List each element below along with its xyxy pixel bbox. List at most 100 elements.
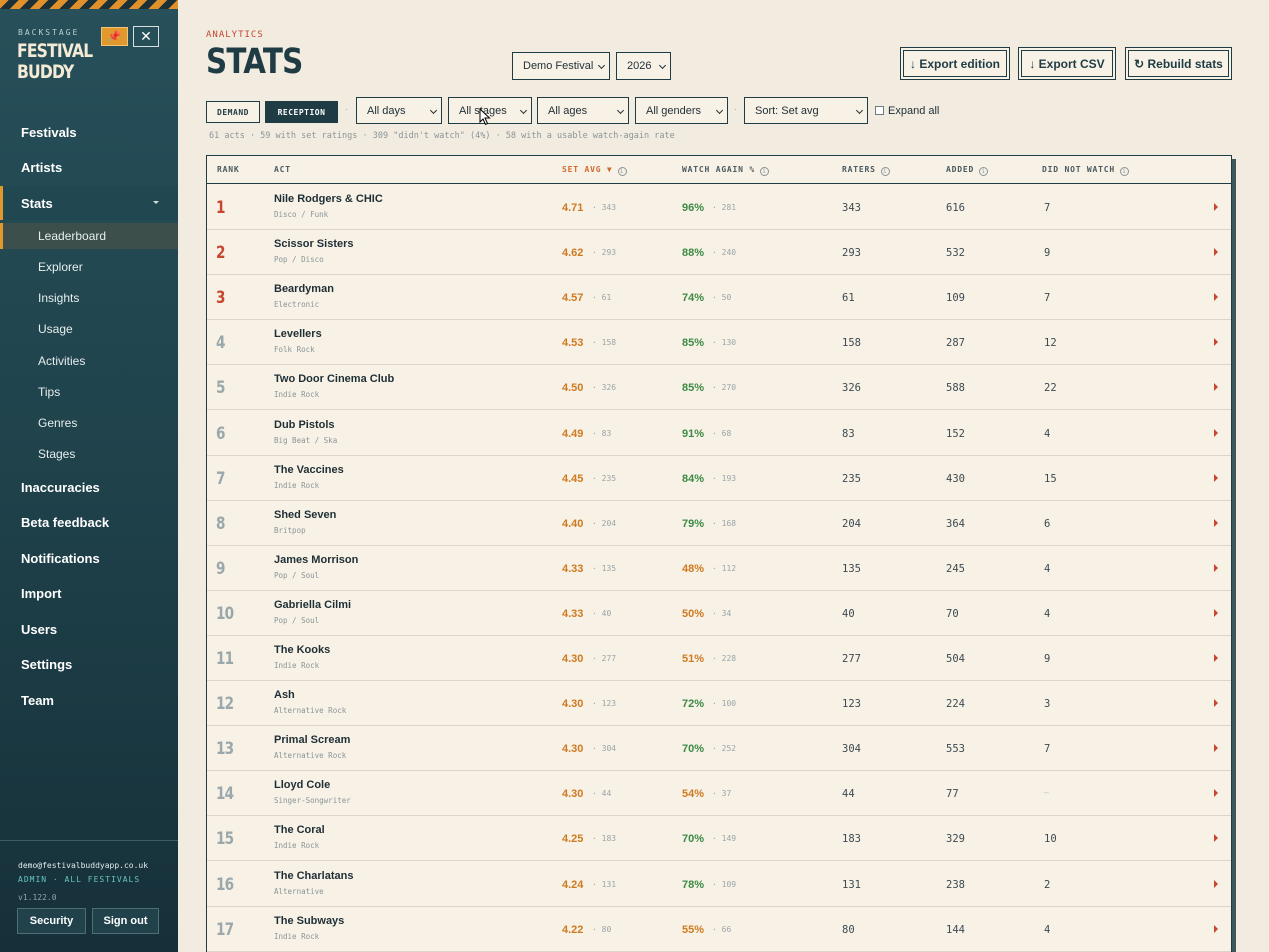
column-header-watch-again[interactable]: WATCH AGAIN % i: [682, 165, 770, 176]
table-row[interactable]: 16 The Charlatans Alternative 4.24 · 131 78% ·…: [207, 862, 1231, 907]
raters-value: 277: [842, 653, 861, 665]
info-icon[interactable]: i: [617, 167, 627, 176]
tab-demand[interactable]: DEMAND: [206, 101, 260, 123]
close-icon: ✕: [140, 28, 152, 44]
info-icon[interactable]: i: [880, 167, 890, 176]
column-label: DID NOT WATCH: [1042, 165, 1116, 174]
did-not-watch-value: 9: [1044, 653, 1051, 665]
table-row[interactable]: 9 James Morrison Pop / Soul 4.33 · 135 48% · 1…: [207, 546, 1231, 591]
sidebar-item-inaccuracies[interactable]: Inaccuracies: [0, 470, 178, 504]
info-icon[interactable]: i: [1120, 167, 1130, 176]
chevron-right-icon[interactable]: [1214, 699, 1218, 708]
expand-all-label[interactable]: Expand all: [888, 105, 939, 117]
table-row[interactable]: 14 Lloyd Cole Singer-Songwriter 4.30 · 44 54%…: [207, 771, 1231, 817]
sidebar-subitem-explorer[interactable]: Explorer: [0, 254, 178, 280]
sidebar-item-notifications[interactable]: Notifications: [0, 541, 178, 575]
expand-all-checkbox[interactable]: [875, 106, 884, 115]
sidebar-item-import[interactable]: Import: [0, 576, 178, 610]
chevron-right-icon[interactable]: [1214, 248, 1218, 257]
sort-select[interactable]: Sort: Set avg: [744, 97, 868, 124]
column-header-set-avg[interactable]: SET AVG ▼ i: [562, 165, 627, 176]
festival-select[interactable]: Demo Festival: [512, 52, 610, 80]
chevron-right-icon[interactable]: [1214, 834, 1218, 843]
table-row[interactable]: 13 Primal Scream Alternative Rock 4.30 · 304…: [207, 726, 1231, 772]
table-row[interactable]: 1 Nile Rodgers & CHIC Disco / Funk 4.71 · 34…: [207, 185, 1231, 230]
sidebar-subitem-leaderboard[interactable]: Leaderboard: [0, 223, 178, 249]
chevron-right-icon[interactable]: [1214, 608, 1218, 617]
sidebar-item-festivals[interactable]: Festivals: [0, 115, 178, 149]
chevron-right-icon[interactable]: [1214, 473, 1218, 482]
year-select-value: 2026: [627, 60, 652, 72]
sidebar-subitem-genres[interactable]: Genres: [0, 410, 178, 436]
sidebar-subitem-usage[interactable]: Usage: [0, 316, 178, 342]
added-value: 152: [946, 427, 965, 440]
act-name: Dub Pistols: [274, 418, 335, 431]
raters-value: 235: [842, 472, 861, 485]
table-row[interactable]: 11 The Kooks Indie Rock 4.30 · 277 51% · 228 27…: [207, 636, 1231, 681]
watch-again-value: 79%: [682, 517, 705, 530]
chevron-right-icon[interactable]: [1214, 924, 1218, 933]
set-avg-value: 4.33: [562, 607, 584, 620]
sidebar-item-stats[interactable]: Stats: [0, 186, 178, 220]
chevron-right-icon[interactable]: [1214, 654, 1218, 662]
table-row[interactable]: 10 Gabriella Cilmi Pop / Soul 4.33 · 40 50% · …: [207, 591, 1231, 636]
sidebar-item-team[interactable]: Team: [0, 683, 178, 717]
export-edition-button[interactable]: ↓ Export edition: [900, 47, 1010, 80]
sidebar-item-artists[interactable]: Artists: [0, 150, 178, 184]
table-row[interactable]: 5 Two Door Cinema Club Indie Rock 4.50 · 326…: [207, 365, 1231, 411]
chevron-right-icon[interactable]: [1214, 563, 1218, 572]
column-header-did-not-watch[interactable]: DID NOT WATCH i: [1042, 165, 1130, 176]
sidebar-item-label: Users: [21, 621, 58, 637]
rank-number: 6: [216, 423, 225, 444]
tab-reception[interactable]: RECEPTION: [265, 101, 338, 123]
column-header-act[interactable]: ACT: [274, 165, 291, 174]
chevron-right-icon[interactable]: [1214, 203, 1218, 211]
rebuild-stats-button[interactable]: ↻ Rebuild stats: [1125, 47, 1232, 80]
info-icon[interactable]: i: [979, 167, 989, 176]
chevron-right-icon[interactable]: [1214, 789, 1218, 798]
sidebar-item-beta-feedback[interactable]: Beta feedback: [0, 505, 178, 539]
column-header-rank[interactable]: RANK: [217, 165, 239, 174]
security-button[interactable]: Security: [17, 908, 86, 934]
table-row[interactable]: 2 Scissor Sisters Pop / Disco 4.62 · 293 88% ·…: [207, 230, 1231, 276]
sign-out-button[interactable]: Sign out: [92, 908, 159, 934]
chevron-right-icon[interactable]: [1214, 744, 1218, 753]
sidebar-item-users[interactable]: Users: [0, 612, 178, 646]
column-header-added[interactable]: ADDED i: [946, 165, 989, 176]
chevron-right-icon[interactable]: [1214, 518, 1218, 527]
chevron-right-icon[interactable]: [1214, 879, 1218, 888]
watch-again-count: · 168: [712, 518, 737, 528]
chevron-right-icon[interactable]: [1214, 338, 1218, 347]
act-genre: Disco / Funk: [274, 210, 329, 219]
table-row[interactable]: 3 Beardyman Electronic 4.57 · 61 74% · 50 61 109…: [207, 275, 1231, 321]
set-avg-value: 4.30: [562, 653, 584, 665]
close-sidebar-button[interactable]: ✕: [133, 26, 159, 47]
table-row[interactable]: 7 The Vaccines Indie Rock 4.45 · 235 84% · 193…: [207, 456, 1231, 501]
brand-logo[interactable]: FESTIVAL BUDDY: [17, 41, 93, 83]
sidebar-item-settings[interactable]: Settings: [0, 647, 178, 681]
act-name: Nile Rodgers & CHIC: [274, 193, 383, 205]
ages-filter[interactable]: All ages: [537, 97, 629, 124]
column-header-raters[interactable]: RATERS i: [842, 165, 890, 176]
export-csv-button[interactable]: ↓ Export CSV: [1018, 47, 1116, 80]
sidebar-subitem-insights[interactable]: Insights: [0, 285, 178, 311]
sidebar-subitem-stages[interactable]: Stages: [0, 441, 178, 467]
sidebar-subitem-activities[interactable]: Activities: [0, 348, 178, 374]
days-filter[interactable]: All days: [356, 97, 442, 124]
table-row[interactable]: 12 Ash Alternative Rock 4.30 · 123 72% · 100 12…: [207, 681, 1231, 727]
table-row[interactable]: 8 Shed Seven Britpop 4.40 · 204 79% · 168 204 36…: [207, 501, 1231, 546]
table-row[interactable]: 6 Dub Pistols Big Beat / Ska 4.49 · 83 91% · 6…: [207, 411, 1231, 456]
year-select[interactable]: 2026: [616, 52, 671, 80]
chevron-right-icon[interactable]: [1214, 383, 1218, 392]
table-row[interactable]: 15 The Coral Indie Rock 4.25 · 183 70% · 149 18…: [207, 816, 1231, 862]
sidebar-subitem-tips[interactable]: Tips: [0, 379, 178, 405]
chevron-right-icon[interactable]: [1214, 293, 1218, 302]
table-row[interactable]: 4 Levellers Folk Rock 4.53 · 158 85% · 130 158 2…: [207, 320, 1231, 366]
table-row[interactable]: 17 The Subways Indie Rock 4.22 · 80 55% · 66 80…: [207, 907, 1231, 952]
genders-filter[interactable]: All genders: [635, 97, 728, 124]
pin-sidebar-button[interactable]: 📌: [101, 27, 128, 46]
did-not-watch-value: —: [1044, 788, 1049, 798]
info-icon[interactable]: i: [760, 167, 770, 176]
set-avg-value: 4.50: [562, 382, 584, 395]
chevron-right-icon[interactable]: [1214, 428, 1218, 437]
